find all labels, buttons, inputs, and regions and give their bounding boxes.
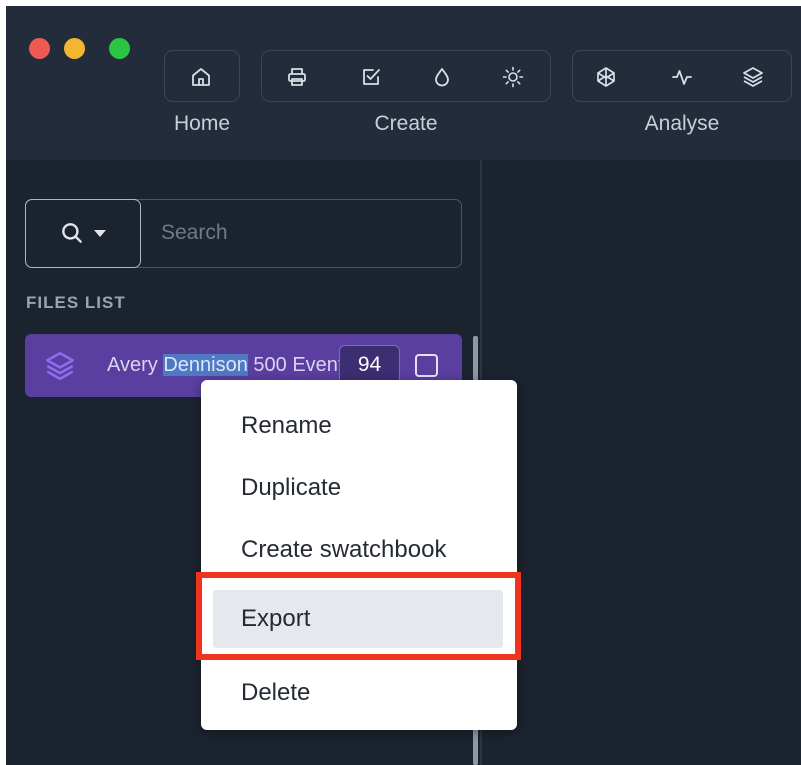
file-name-selected-text: Dennison: [163, 354, 248, 376]
menu-item-rename[interactable]: Rename: [201, 397, 517, 455]
gamut-button[interactable]: [589, 60, 623, 94]
home-icon: [192, 68, 210, 86]
search-icon: [61, 223, 82, 243]
ink-button[interactable]: [425, 60, 459, 94]
file-name-part: Avery: [107, 354, 164, 376]
toolbar-group-home: [164, 50, 240, 102]
home-button[interactable]: [184, 60, 218, 94]
layers-icon: [743, 67, 763, 87]
menu-item-create-swatchbook[interactable]: Create swatchbook: [201, 521, 517, 579]
search-bar: [24, 198, 462, 268]
printer-icon: [288, 68, 306, 86]
search-input[interactable]: [161, 200, 456, 266]
highlight-annotation: [196, 572, 521, 660]
checkbox-icon: [363, 69, 380, 85]
toolbar: Home Create Analyse: [6, 6, 801, 160]
caret-down-icon: [93, 230, 106, 237]
activity-icon: [672, 70, 692, 85]
menu-item-delete[interactable]: Delete: [201, 664, 517, 722]
layers-icon: [43, 349, 77, 383]
minimize-window-button[interactable]: [64, 38, 85, 59]
file-swatch-count: 94: [339, 345, 400, 385]
search-filter-button[interactable]: [24, 198, 141, 268]
layers-button[interactable]: [736, 60, 770, 94]
file-name-part: 500 Event: [247, 354, 341, 376]
cube-icon: [597, 67, 615, 87]
toolbar-group-create: [261, 50, 551, 102]
toolbar-label-analyse: Analyse: [644, 112, 720, 135]
toolbar-label-create: Create: [374, 112, 438, 135]
toolbar-label-home: Home: [173, 112, 231, 135]
droplet-icon: [435, 68, 449, 87]
light-button[interactable]: [496, 60, 530, 94]
file-name[interactable]: Avery Dennison 500 Event: [107, 354, 341, 378]
toolbar-group-analyse: [572, 50, 792, 102]
file-select-checkbox[interactable]: [415, 354, 438, 377]
curves-button[interactable]: [665, 60, 699, 94]
sun-icon: [502, 66, 524, 88]
print-button[interactable]: [280, 60, 314, 94]
checklist-button[interactable]: [354, 60, 388, 94]
maximize-window-button[interactable]: [109, 38, 130, 59]
close-window-button[interactable]: [29, 38, 50, 59]
app-window: Home Create Analyse Search FILES LIST Av…: [6, 6, 801, 765]
menu-item-duplicate[interactable]: Duplicate: [201, 459, 517, 517]
context-menu: Rename Duplicate Create swatchbook Expor…: [201, 380, 517, 730]
files-list-title: FILES LIST: [26, 293, 126, 312]
